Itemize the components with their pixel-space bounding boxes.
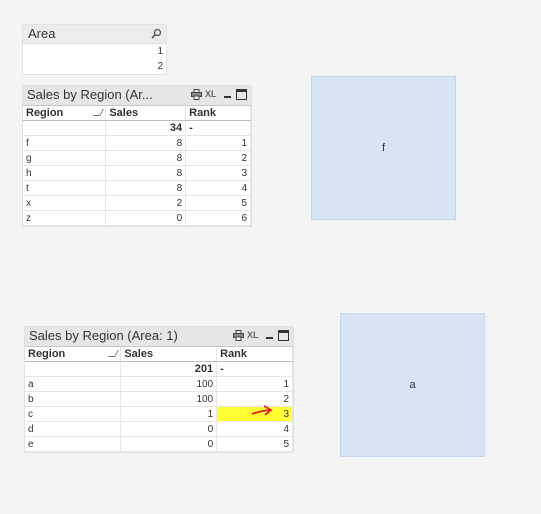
- rank-cell: 4: [216, 421, 293, 437]
- region-cell[interactable]: t: [23, 180, 107, 196]
- region-cell[interactable]: x: [23, 195, 107, 211]
- text-object-f-label: f: [381, 142, 386, 154]
- rank-cell: 3: [185, 165, 251, 181]
- total-rank: -: [216, 361, 293, 377]
- rank-cell: 4: [185, 180, 251, 196]
- sales-cell: 8: [105, 165, 187, 181]
- sales-cell: 0: [105, 210, 187, 226]
- sales-cell: 8: [105, 135, 187, 151]
- maximize-icon[interactable]: [236, 89, 247, 100]
- sales-cell: 100: [120, 391, 218, 407]
- sales-cell: 8: [105, 150, 187, 166]
- total-row: 34 -: [23, 120, 251, 136]
- total-sales: 34: [105, 120, 187, 136]
- sort-indicator-icon: [93, 109, 105, 116]
- table-1-caption[interactable]: Sales by Region (Ar... XL: [23, 86, 251, 106]
- col-header-sales[interactable]: Sales: [105, 106, 187, 121]
- rank-cell: 5: [185, 195, 251, 211]
- region-cell[interactable]: d: [25, 421, 122, 437]
- total-label: [25, 361, 122, 377]
- col-header-rank[interactable]: Rank: [185, 106, 251, 121]
- region-cell[interactable]: a: [25, 376, 122, 392]
- sales-by-region-table-2[interactable]: Sales by Region (Area: 1) XL Region Sale…: [24, 326, 294, 453]
- text-object-a-label: a: [409, 379, 416, 391]
- minimize-icon[interactable]: [222, 89, 233, 100]
- table-2-grid: Region Sales Rank 201 - a 100 1 b 100 2 …: [25, 347, 293, 452]
- total-rank: -: [185, 120, 251, 136]
- region-cell[interactable]: z: [23, 210, 107, 226]
- sort-indicator-icon: [108, 350, 120, 357]
- sales-by-region-table-1[interactable]: Sales by Region (Ar... XL Region Sales R…: [22, 85, 252, 227]
- sales-cell: 2: [105, 195, 187, 211]
- region-cell[interactable]: c: [25, 406, 122, 422]
- table-2-caption[interactable]: Sales by Region (Area: 1) XL: [25, 327, 293, 347]
- area-listbox-header[interactable]: Area: [23, 25, 166, 44]
- area-listbox-title: Area: [28, 26, 56, 41]
- annotation-arrow-icon: [251, 405, 273, 416]
- col-header-region[interactable]: Region: [25, 347, 122, 362]
- sales-cell: 8: [105, 180, 187, 196]
- area-listbox[interactable]: Area 1 2: [22, 24, 167, 75]
- table-row: f 8 1: [23, 135, 251, 151]
- table-row: e 0 5: [25, 436, 293, 452]
- table-row: d 0 4: [25, 421, 293, 437]
- print-icon[interactable]: [233, 330, 244, 341]
- text-object-a[interactable]: a: [340, 313, 485, 457]
- total-sales: 201: [120, 361, 218, 377]
- rank-cell: 1: [216, 376, 293, 392]
- text-object-f[interactable]: f: [311, 76, 456, 220]
- region-cell[interactable]: h: [23, 165, 107, 181]
- table-row: g 8 2: [23, 150, 251, 166]
- table-1-grid: Region Sales Rank 34 - f 8 1 g 8 2 h 8 3…: [23, 106, 251, 226]
- total-row: 201 -: [25, 361, 293, 377]
- minimize-icon[interactable]: [264, 330, 275, 341]
- table-2-header-row: Region Sales Rank: [25, 347, 293, 362]
- region-cell[interactable]: f: [23, 135, 107, 151]
- rank-cell: 5: [216, 436, 293, 452]
- area-value-1[interactable]: 1: [23, 44, 166, 59]
- table-row: z 0 6: [23, 210, 251, 226]
- table-row: a 100 1: [25, 376, 293, 392]
- table-1-title: Sales by Region (Ar...: [27, 87, 153, 102]
- sales-cell: 100: [120, 376, 218, 392]
- sales-cell: 0: [120, 421, 218, 437]
- rank-cell: 6: [185, 210, 251, 226]
- print-icon[interactable]: [191, 89, 202, 100]
- region-cell[interactable]: e: [25, 436, 122, 452]
- area-value-2[interactable]: 2: [23, 59, 166, 74]
- export-excel-icon[interactable]: XL: [247, 330, 261, 341]
- rank-cell: 2: [185, 150, 251, 166]
- maximize-icon[interactable]: [278, 330, 289, 341]
- region-cell[interactable]: g: [23, 150, 107, 166]
- sales-cell: 1: [120, 406, 218, 422]
- col-header-rank[interactable]: Rank: [216, 347, 293, 362]
- table-row: x 2 5: [23, 195, 251, 211]
- sales-cell: 0: [120, 436, 218, 452]
- table-row: t 8 4: [23, 180, 251, 196]
- export-excel-icon[interactable]: XL: [205, 89, 219, 100]
- table-2-title: Sales by Region (Area: 1): [29, 328, 178, 343]
- total-label: [23, 120, 107, 136]
- col-header-region[interactable]: Region: [23, 106, 107, 121]
- region-cell[interactable]: b: [25, 391, 122, 407]
- search-icon[interactable]: [151, 28, 162, 39]
- table-1-header-row: Region Sales Rank: [23, 106, 251, 121]
- rank-cell: 1: [185, 135, 251, 151]
- table-row: h 8 3: [23, 165, 251, 181]
- col-header-sales[interactable]: Sales: [120, 347, 218, 362]
